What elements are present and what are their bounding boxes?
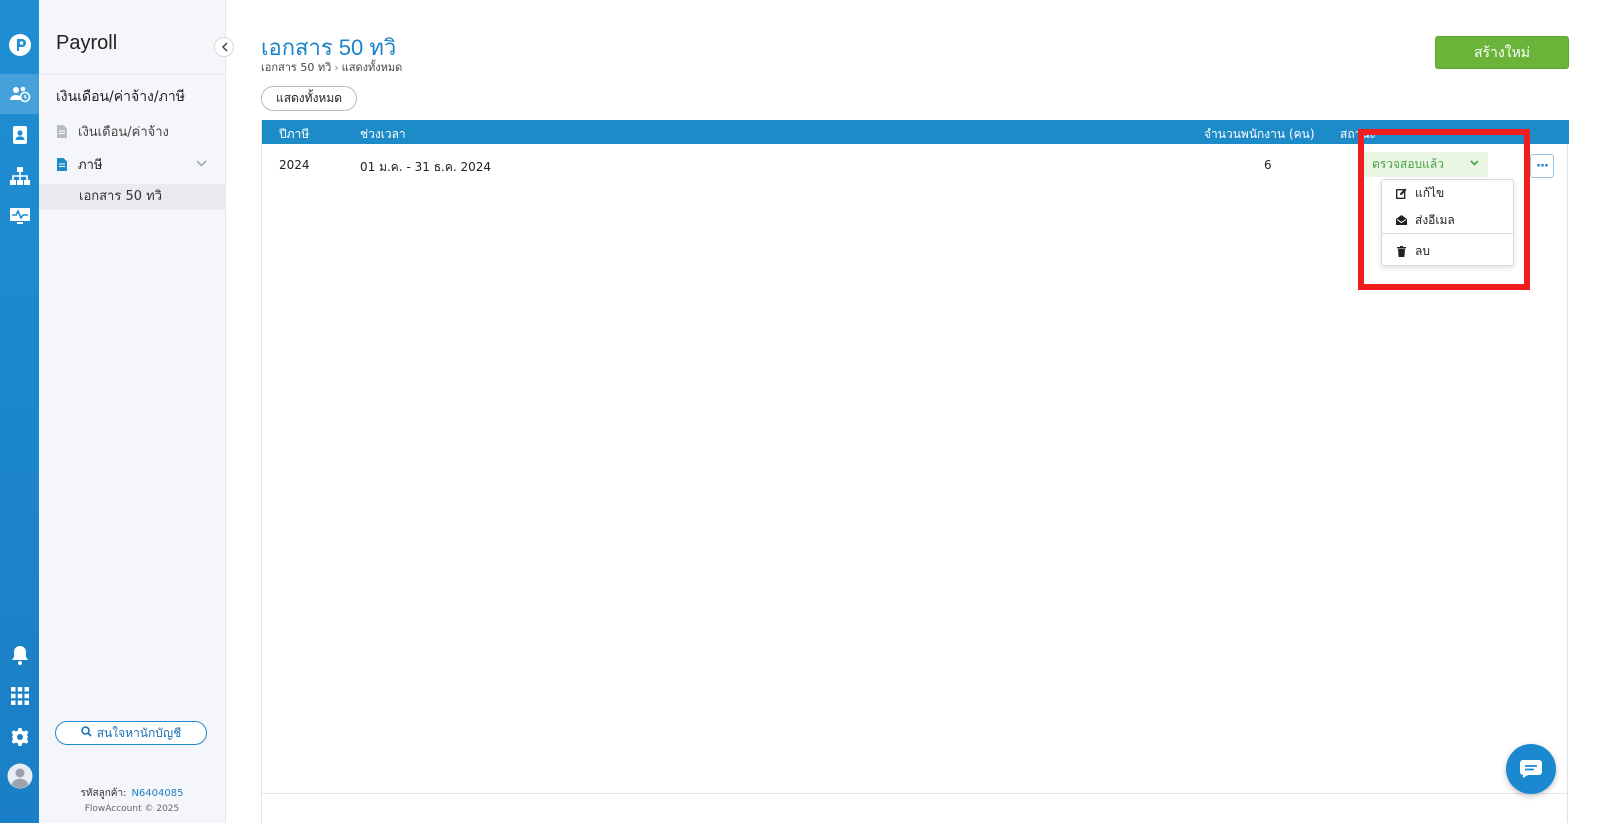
tax-document-table: ปีภาษี ช่วงเวลา จำนวนพนักงาน (คน) สถานะ …: [261, 120, 1569, 823]
table-header: ปีภาษี ช่วงเวลา จำนวนพนักงาน (คน) สถานะ: [262, 120, 1569, 144]
more-dots-icon: ···: [1536, 158, 1549, 174]
chevron-left-icon: [221, 42, 228, 52]
copyright: FlowAccount © 2025: [84, 804, 180, 814]
find-accountant-button[interactable]: สนใจหานักบัญชี: [55, 721, 207, 745]
menu-item-label: ส่งอีเมล: [1415, 212, 1455, 227]
menu-divider: [1382, 233, 1513, 234]
breadcrumb-item[interactable]: เอกสาร 50 ทวิ: [261, 61, 331, 74]
flowaccount-logo-icon[interactable]: [0, 29, 39, 61]
main-content: เอกสาร 50 ทวิ เอกสาร 50 ทวิ › แสดงทั้งหมด …: [226, 0, 1600, 823]
chat-icon: [1520, 760, 1542, 778]
search-icon: [80, 726, 92, 740]
create-new-button[interactable]: สร้างใหม่: [1435, 36, 1569, 69]
app-title: Payroll: [56, 32, 118, 54]
status-badge: ตรวจสอบแล้ว: [1372, 157, 1444, 171]
menu-item-delete[interactable]: ลบ: [1382, 238, 1513, 264]
table-row[interactable]: 2024 01 ม.ค. - 31 ธ.ค. 2024 6 ตรวจสอบแล้…: [262, 144, 1567, 184]
sidebar-section-title: เงินเดือน/ค่าจ้าง/ภาษี: [56, 89, 185, 105]
contact-card-icon[interactable]: [0, 120, 39, 150]
customer-code: รหัสลูกค้า: N6404085: [39, 786, 225, 801]
email-icon: [1395, 215, 1407, 225]
chevron-right-icon: ›: [334, 61, 339, 74]
cell-tax-year: 2024: [279, 158, 310, 172]
breadcrumb-item: แสดงทั้งหมด: [341, 61, 403, 74]
sidebar-item-salary[interactable]: เงินเดือน/ค่าจ้าง: [39, 118, 225, 144]
sidebar: Payroll เงินเดือน/ค่าจ้าง/ภาษี เงินเดือน…: [39, 0, 226, 823]
user-avatar-icon[interactable]: [0, 760, 39, 792]
sidebar-divider: [39, 74, 225, 75]
menu-item-label: แก้ไข: [1415, 185, 1445, 200]
sidebar-subitem-50-tawi[interactable]: เอกสาร 50 ทวิ: [39, 184, 225, 210]
filter-show-all[interactable]: แสดงทั้งหมด: [261, 86, 357, 111]
edit-icon: [1395, 188, 1407, 199]
chevron-down-icon: [196, 156, 207, 170]
sidebar-collapse-button[interactable]: [214, 37, 234, 57]
menu-item-label: ลบ: [1415, 243, 1430, 258]
sidebar-item-label: ภาษี: [78, 157, 103, 173]
org-chart-icon[interactable]: [0, 161, 39, 191]
column-header-status[interactable]: สถานะ: [1340, 125, 1376, 144]
monitor-activity-icon[interactable]: [0, 201, 39, 231]
row-actions-menu: แก้ไข ส่งอีเมล ลบ: [1381, 179, 1514, 266]
notification-bell-icon[interactable]: [0, 640, 39, 670]
document-icon: [56, 157, 68, 171]
breadcrumb: เอกสาร 50 ทวิ › แสดงทั้งหมด: [261, 58, 402, 76]
column-header-tax-year[interactable]: ปีภาษี: [279, 125, 309, 144]
settings-gear-icon[interactable]: [0, 722, 39, 752]
document-icon: [56, 124, 68, 138]
trash-icon: [1395, 245, 1407, 257]
menu-item-edit[interactable]: แก้ไข: [1382, 180, 1513, 206]
column-header-employees[interactable]: จำนวนพนักงาน (คน): [1204, 125, 1315, 144]
sidebar-item-tax[interactable]: ภาษี: [39, 151, 225, 177]
payroll-people-icon[interactable]: [0, 74, 39, 114]
cell-period: 01 ม.ค. - 31 ธ.ค. 2024: [360, 160, 492, 174]
row-more-options-button[interactable]: ···: [1530, 154, 1554, 178]
column-header-period[interactable]: ช่วงเวลา: [360, 125, 406, 144]
icon-rail: [0, 0, 39, 823]
customer-code-label: รหัสลูกค้า:: [80, 788, 127, 799]
sidebar-item-label: เงินเดือน/ค่าจ้าง: [78, 124, 169, 140]
chevron-down-icon: [1470, 158, 1479, 169]
chat-support-button[interactable]: [1506, 744, 1556, 794]
menu-item-email[interactable]: ส่งอีเมล: [1382, 207, 1513, 233]
status-dropdown[interactable]: ตรวจสอบแล้ว: [1364, 152, 1488, 177]
apps-grid-icon[interactable]: [0, 681, 39, 711]
customer-code-value: N6404085: [131, 788, 184, 799]
table-footer-divider: [262, 793, 1567, 794]
cell-employees: 6: [1264, 158, 1272, 172]
find-accountant-label: สนใจหานักบัญชี: [96, 725, 182, 740]
